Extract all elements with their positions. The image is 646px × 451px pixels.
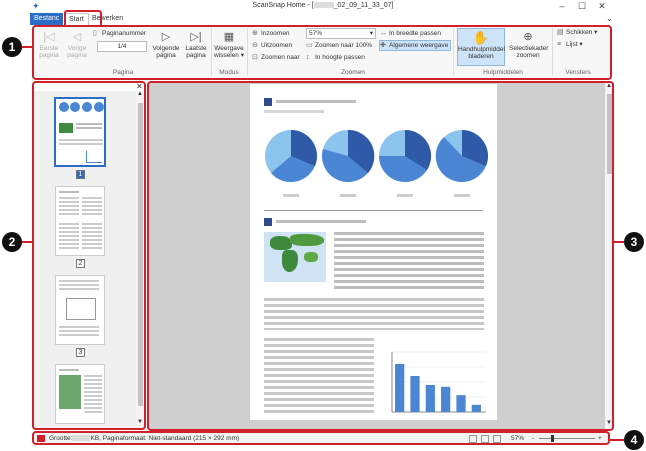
tab-file[interactable]: Bestanc [30, 13, 63, 25]
ribbon-callout-box [32, 25, 612, 80]
callout-4: 4 [624, 430, 644, 450]
callout-2: 2 [2, 232, 22, 252]
callout-1: 1 [2, 37, 22, 57]
maximize-button[interactable]: ☐ [573, 1, 591, 12]
title-bar: ✦ ScanSnap Home - [_02_09_11_33_07] – ☐ … [30, 0, 616, 14]
callout-3: 3 [624, 232, 644, 252]
viewer-callout-box [147, 81, 614, 431]
minimize-button[interactable]: – [553, 1, 571, 11]
window-title: ScanSnap Home - [_02_09_11_33_07] [252, 2, 394, 9]
thumbnail-callout-box [32, 81, 146, 430]
status-callout-box [32, 431, 610, 445]
close-button[interactable]: ✕ [593, 1, 611, 12]
chevron-down-icon[interactable]: ⌄ [606, 14, 613, 23]
ribbon-tabs: Bestanc Start Bewerken ⌄ [30, 13, 616, 25]
